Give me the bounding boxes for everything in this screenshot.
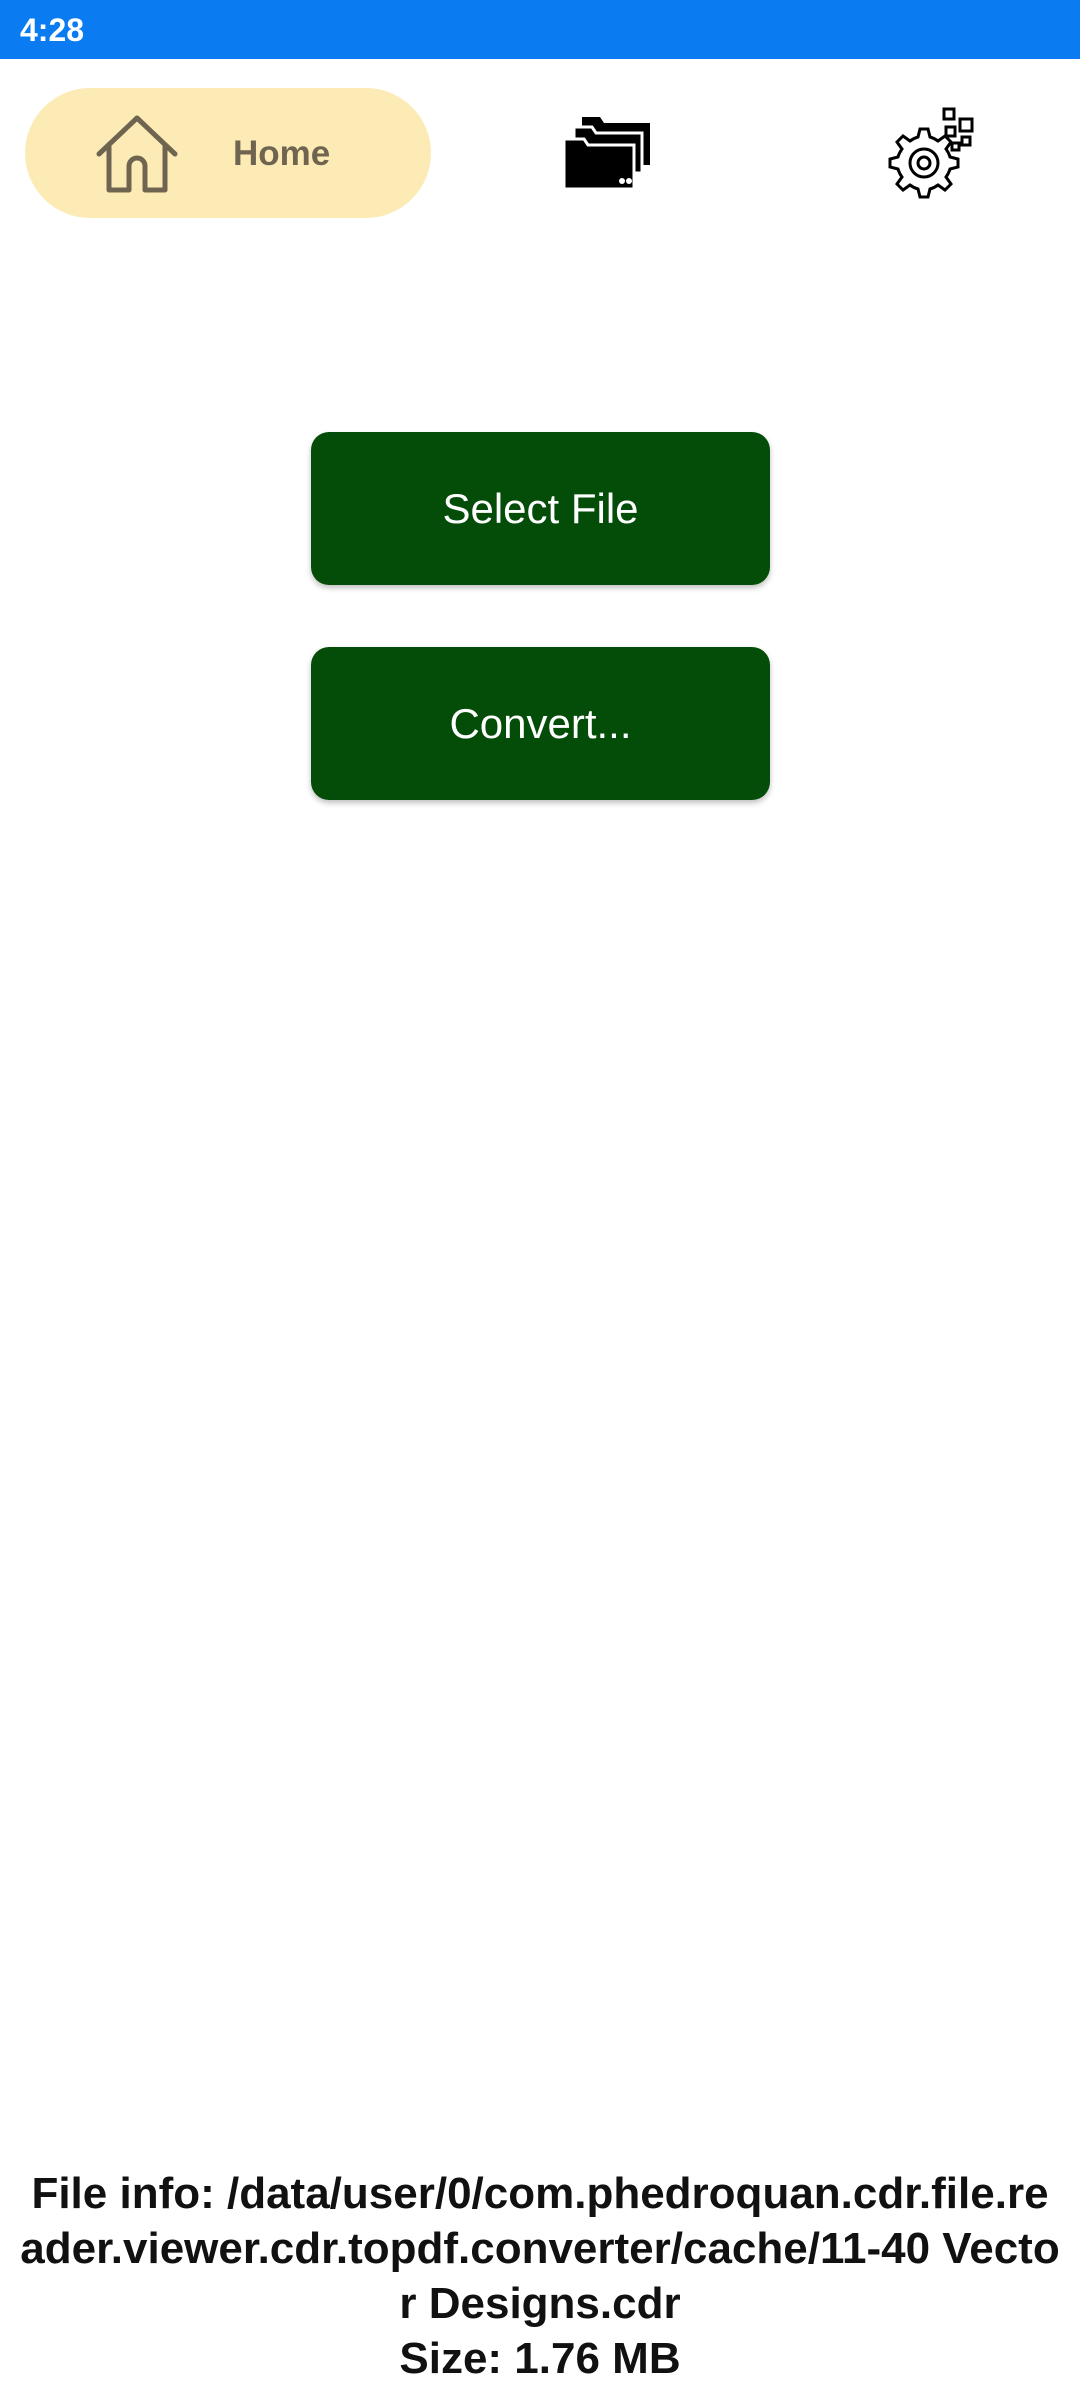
nav-home-tab[interactable]: Home: [25, 88, 431, 218]
select-file-button[interactable]: Select File: [311, 432, 770, 585]
folders-icon[interactable]: [556, 103, 656, 203]
nav-home-label: Home: [233, 134, 331, 173]
file-info-size: Size: 1.76 MB: [399, 2334, 681, 2383]
top-navigation: Home: [0, 59, 1080, 249]
home-icon: [96, 115, 178, 193]
file-info: File info: /data/user/0/com.phedroquan.c…: [20, 2166, 1060, 2386]
settings-gear-icon[interactable]: [882, 103, 982, 203]
convert-button[interactable]: Convert...: [311, 647, 770, 800]
status-bar: 4:28: [0, 0, 1080, 59]
status-time: 4:28: [20, 12, 85, 48]
file-info-path: File info: /data/user/0/com.phedroquan.c…: [20, 2169, 1060, 2328]
